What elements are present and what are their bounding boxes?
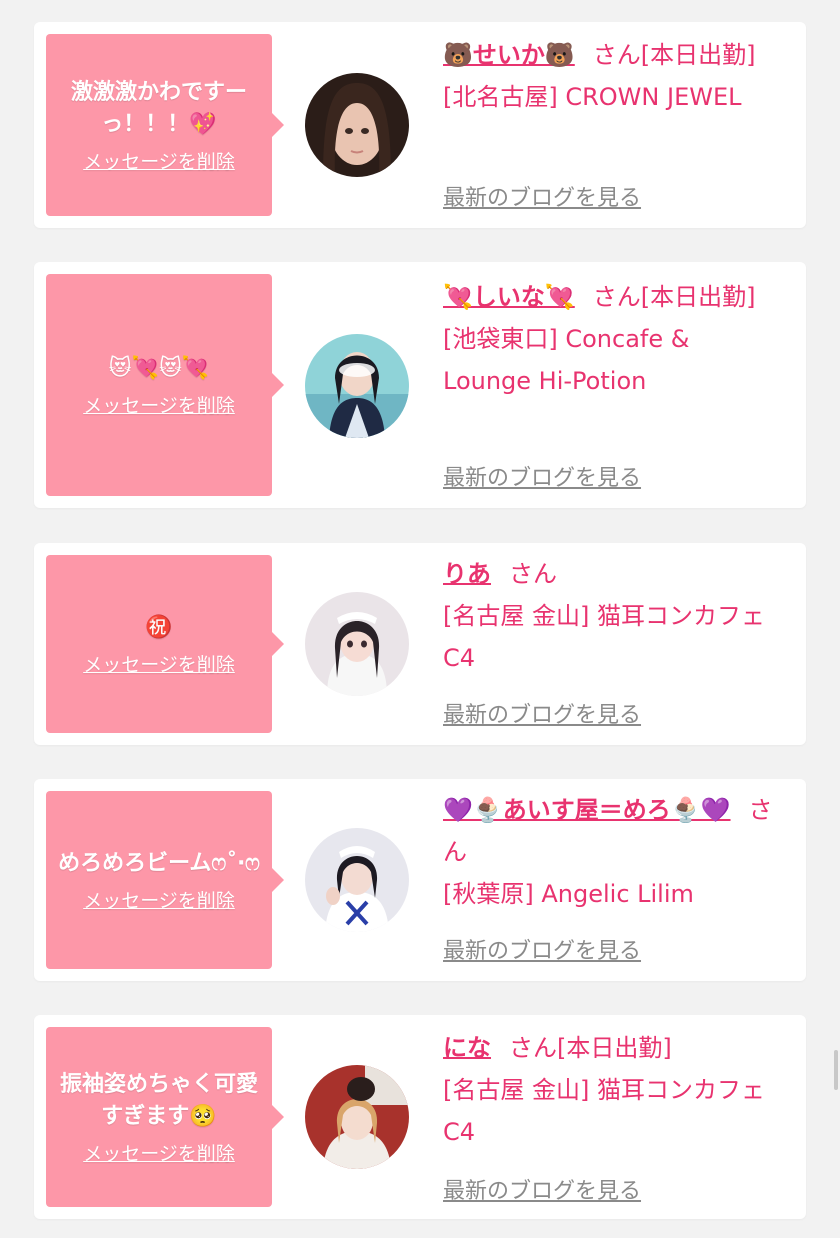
honorific: さん (592, 41, 641, 69)
message-card: 激激激かわですーっ！！！💖 メッセージを削除 🐻せいか🐻 さん[本日出勤] [北名… (34, 22, 806, 228)
honorific: さん (509, 1034, 557, 1062)
work-status: [本日出勤] (640, 283, 756, 311)
shop-name: [秋葉原] Angelic Lilim (443, 880, 694, 908)
cast-avatar[interactable] (305, 828, 409, 932)
message-bubble: 😻💘😻💘 メッセージを削除 (46, 274, 272, 496)
latest-blog-link[interactable]: 最新のブログを見る (443, 697, 641, 729)
scrollbar-thumb[interactable] (834, 1050, 838, 1090)
cast-avatar[interactable] (305, 73, 409, 177)
delete-message-link[interactable]: メッセージを削除 (83, 147, 235, 174)
honorific: さん (509, 560, 557, 588)
cast-avatar[interactable] (305, 592, 409, 696)
cast-info: 🐻せいか🐻 さん[本日出勤] [北名古屋] CROWN JEWEL (443, 34, 793, 118)
cast-info: にな さん[本日出勤] [名古屋 金山] 猫耳コンカフェ C4 (443, 1027, 793, 1153)
message-bubble: ㊗️ メッセージを削除 (46, 555, 272, 733)
message-card: ㊗️ メッセージを削除 りあ さん [名古屋 金山] 猫耳コンカフェ C4 最新の… (34, 543, 806, 745)
delete-message-link[interactable]: メッセージを削除 (83, 886, 235, 913)
cast-avatar[interactable] (305, 1065, 409, 1169)
cast-name-link[interactable]: 💘しいな💘 (443, 283, 575, 311)
message-text: めろめろビームෆ˚‧ෆ (58, 850, 260, 876)
message-text: 😻💘😻💘 (108, 355, 210, 381)
latest-blog-link[interactable]: 最新のブログを見る (443, 1173, 641, 1205)
message-card: 😻💘😻💘 メッセージを削除 💘しいな💘 さん[本日出勤] [池袋東口] Conca… (34, 262, 806, 508)
shop-name: [名古屋 金山] 猫耳コンカフェ C4 (443, 1076, 765, 1146)
work-status: [本日出勤] (557, 1034, 672, 1062)
work-status: [本日出勤] (640, 41, 756, 69)
cast-info: 💘しいな💘 さん[本日出勤] [池袋東口] Concafe & Lounge Hi… (443, 276, 773, 402)
message-bubble: めろめろビームෆ˚‧ෆ メッセージを削除 (46, 791, 272, 969)
latest-blog-link[interactable]: 最新のブログを見る (443, 933, 641, 965)
delete-message-link[interactable]: メッセージを削除 (83, 391, 235, 418)
cast-info: 💜🍨あいす屋＝めろ🍨💜 さん [秋葉原] Angelic Lilim (443, 789, 793, 915)
shop-name: [北名古屋] CROWN JEWEL (443, 83, 742, 111)
message-text: ㊗️ (145, 614, 173, 640)
honorific: さん (592, 283, 641, 311)
latest-blog-link[interactable]: 最新のブログを見る (443, 460, 641, 492)
message-text: 激激激かわですーっ！！！💖 (70, 79, 247, 137)
latest-blog-link[interactable]: 最新のブログを見る (443, 180, 641, 212)
cast-name-link[interactable]: 💜🍨あいす屋＝めろ🍨💜 (443, 796, 731, 824)
message-card: 振袖姿めちゃく可愛すぎます🥺 メッセージを削除 にな さん[本日出勤] [名古屋 … (34, 1015, 806, 1219)
delete-message-link[interactable]: メッセージを削除 (83, 650, 235, 677)
cast-info: りあ さん [名古屋 金山] 猫耳コンカフェ C4 (443, 553, 793, 679)
message-text: 振袖姿めちゃく可愛すぎます🥺 (59, 1071, 258, 1129)
message-bubble: 振袖姿めちゃく可愛すぎます🥺 メッセージを削除 (46, 1027, 272, 1207)
cast-name-link[interactable]: にな (443, 1034, 491, 1062)
cast-avatar[interactable] (305, 334, 409, 438)
cast-name-link[interactable]: 🐻せいか🐻 (443, 41, 575, 69)
cast-name-link[interactable]: りあ (443, 560, 491, 588)
shop-name: [名古屋 金山] 猫耳コンカフェ C4 (443, 602, 765, 672)
delete-message-link[interactable]: メッセージを削除 (83, 1139, 235, 1166)
message-bubble: 激激激かわですーっ！！！💖 メッセージを削除 (46, 34, 272, 216)
message-card: めろめろビームෆ˚‧ෆ メッセージを削除 💜🍨あいす屋＝めろ🍨💜 さん [秋葉原]… (34, 779, 806, 981)
shop-name: [池袋東口] Concafe & Lounge Hi-Potion (443, 325, 690, 395)
